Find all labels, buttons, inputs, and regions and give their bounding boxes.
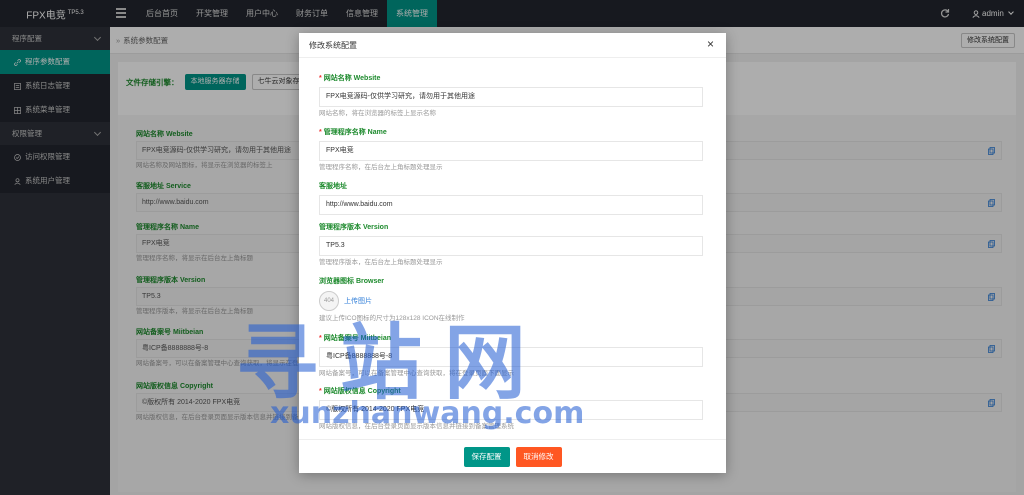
required-mark: * xyxy=(319,75,322,82)
modal-header: 修改系统配置 × xyxy=(299,33,726,58)
modal-footer: 保存配置 取消修改 xyxy=(299,439,726,473)
field-help: 管理程序版本，在后台左上角标题处理显示 xyxy=(319,259,443,266)
watermark-en: xunzhanwang.com xyxy=(270,396,585,431)
field-label: * 管理程序名称 Name xyxy=(319,127,703,138)
field-label: 客服地址 xyxy=(319,183,347,190)
close-icon[interactable]: × xyxy=(705,38,716,50)
modal-field-version: 管理程序版本 Version TP5.3 管理程序版本，在后台左上角标题处理显示 xyxy=(319,222,703,269)
field-label-text: 网站名称 Website xyxy=(323,75,381,82)
field-help: 网站名称，将在浏览器的标签上显示名称 xyxy=(319,110,436,117)
website-input[interactable]: FPX电竞源码-仅供学习研究，请勿用于其他用途 xyxy=(319,87,703,107)
service-input[interactable]: http://www.baidu.com xyxy=(319,195,703,215)
name-input[interactable]: FPX电竞 xyxy=(319,141,703,161)
required-mark: * xyxy=(319,129,322,136)
field-help: 管理程序名称，在后台左上角标题处理显示 xyxy=(319,164,443,171)
modal-field-service: 客服地址 http://www.baidu.com xyxy=(319,181,703,215)
field-label: 管理程序版本 Version xyxy=(319,224,389,231)
modal-field-name: * 管理程序名称 Name FPX电竞 管理程序名称，在后台左上角标题处理显示 xyxy=(319,127,703,174)
version-input[interactable]: TP5.3 xyxy=(319,236,703,256)
modal-field-website: * 网站名称 Website FPX电竞源码-仅供学习研究，请勿用于其他用途 网站… xyxy=(319,73,703,120)
save-config-button[interactable]: 保存配置 xyxy=(463,446,510,467)
modal-title: 修改系统配置 xyxy=(309,41,357,50)
field-label-text: 管理程序名称 Name xyxy=(323,129,387,136)
cancel-edit-button[interactable]: 取消修改 xyxy=(515,446,562,467)
field-label: 浏览器图标 Browser xyxy=(319,278,384,285)
field-label: * 网站名称 Website xyxy=(319,73,703,84)
